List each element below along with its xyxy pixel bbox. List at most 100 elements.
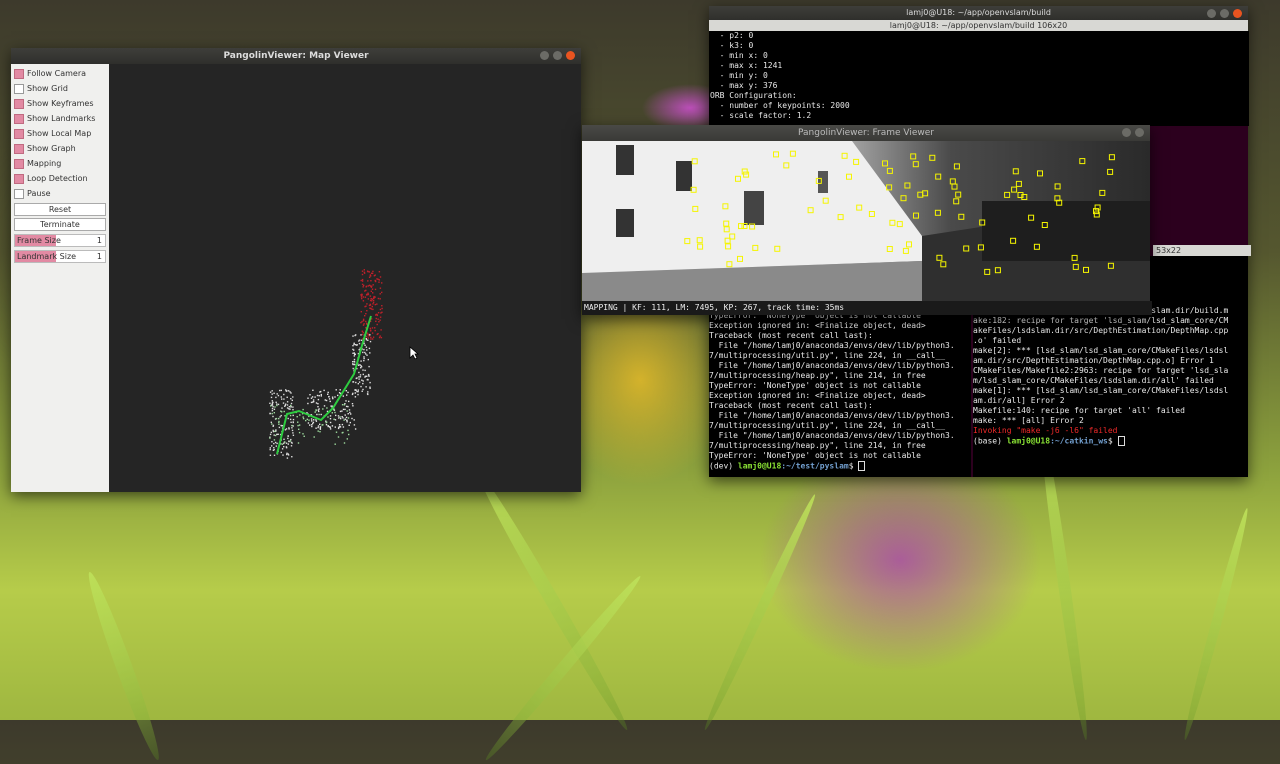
shell-prompt[interactable]: (dev) lamj0@U18:~/test/pyslam$ [709, 461, 971, 472]
landmark-point [354, 344, 357, 346]
landmark-size-slider[interactable]: Landmark Size 1 [14, 250, 106, 263]
landmark-point [381, 282, 383, 284]
landmark-point [348, 433, 350, 436]
checkbox-row[interactable]: Show Local Map [11, 126, 109, 141]
landmark-point [327, 393, 329, 395]
minimize-icon[interactable] [540, 51, 549, 60]
terminal-line: make[2]: *** [lsd_slam/lsd_slam_core/CMa… [973, 346, 1229, 355]
minimize-icon[interactable] [1207, 9, 1216, 18]
checkbox-label: Show Local Map [27, 129, 92, 138]
landmark-point [290, 421, 292, 423]
frame-viewer-window[interactable]: PangolinViewer: Frame Viewer MAPPING | K… [582, 125, 1152, 315]
map-3d-canvas[interactable] [109, 64, 581, 492]
checkbox-icon[interactable] [14, 173, 24, 184]
map-viewer-window[interactable]: PangolinViewer: Map Viewer Follow Camera… [11, 48, 581, 492]
reset-button[interactable]: Reset [14, 203, 106, 216]
landmark-point [379, 276, 382, 278]
landmark-point [342, 395, 344, 397]
landmark-point [341, 410, 343, 412]
keypoint-marker [913, 212, 919, 219]
shell-prompt[interactable]: (base) lamj0@U18:~/catkin_ws$ [973, 436, 1248, 447]
landmark-point [271, 393, 273, 395]
landmark-point [310, 418, 313, 420]
checkbox-icon[interactable] [14, 68, 24, 79]
landmark-point [290, 402, 293, 405]
maximize-icon[interactable] [1220, 9, 1229, 18]
checkbox-row[interactable]: Pause [11, 186, 109, 201]
landmark-point [361, 320, 363, 323]
checkbox-icon[interactable] [14, 83, 24, 94]
landmark-point [371, 332, 374, 334]
keypoint-marker [1011, 186, 1018, 193]
landmark-point [379, 308, 382, 311]
close-icon[interactable] [1233, 9, 1242, 18]
landmark-point [351, 403, 354, 405]
landmark-point [285, 389, 287, 391]
checkbox-row[interactable]: Follow Camera [11, 66, 109, 81]
landmark-point [364, 290, 366, 292]
landmark-point [347, 405, 349, 408]
keypoint-marker [935, 173, 942, 180]
landmark-point [276, 442, 278, 445]
landmark-point [353, 355, 355, 357]
checkbox-icon[interactable] [14, 158, 24, 169]
frame-viewer-titlebar[interactable]: PangolinViewer: Frame Viewer [582, 125, 1150, 141]
landmark-point [361, 280, 364, 282]
landmark-point [278, 417, 280, 420]
landmark-point [280, 410, 282, 412]
landmark-point [313, 436, 315, 438]
landmark-point [369, 352, 371, 354]
keypoint-marker [955, 191, 962, 198]
frame-size-value: 1 [96, 236, 102, 245]
checkbox-row[interactable]: Loop Detection [11, 171, 109, 186]
close-icon[interactable] [566, 51, 575, 60]
landmark-point [371, 327, 374, 329]
landmark-point [286, 452, 288, 454]
landmark-point [343, 419, 345, 421]
checkbox-row[interactable]: Show Graph [11, 141, 109, 156]
landmark-point [290, 445, 293, 447]
terminal-line: .o' failed [973, 336, 1022, 345]
keypoint-marker [951, 183, 958, 190]
landmark-point [339, 416, 341, 418]
terminal-line: - k3: 0 [710, 41, 754, 50]
prompt-path: :~/test/pyslam [781, 461, 849, 471]
checkbox-icon[interactable] [14, 188, 24, 199]
terminal-pane-left[interactable]: TypeError: 'NoneType' object is not call… [709, 311, 971, 477]
minimize-icon[interactable] [1122, 128, 1131, 137]
landmark-point [275, 401, 277, 403]
landmark-point [348, 424, 350, 426]
checkbox-icon[interactable] [14, 98, 24, 109]
landmark-point [276, 393, 278, 395]
landmark-point [273, 434, 275, 436]
frame-size-slider[interactable]: Frame Size 1 [14, 234, 106, 247]
landmark-point [289, 418, 292, 421]
checkbox-row[interactable]: Show Keyframes [11, 96, 109, 111]
checkbox-row[interactable]: Mapping [11, 156, 109, 171]
checkbox-icon[interactable] [14, 113, 24, 124]
landmark-point [350, 413, 352, 415]
terminal-line: 7/multiprocessing/heap.py", line 214, in… [709, 371, 926, 380]
landmark-point [314, 411, 316, 413]
landmark-point [269, 412, 271, 415]
maximize-icon[interactable] [553, 51, 562, 60]
keypoint-marker [934, 209, 941, 216]
landmark-point [287, 435, 289, 437]
landmark-point [368, 347, 371, 350]
landmark-point [292, 414, 294, 417]
map-viewer-titlebar[interactable]: PangolinViewer: Map Viewer [11, 48, 581, 64]
landmark-point [359, 364, 361, 366]
checkbox-icon[interactable] [14, 128, 24, 139]
keypoint-marker [1004, 191, 1011, 198]
landmark-point [290, 406, 292, 408]
landmark-point [272, 430, 275, 433]
terminal-output-top[interactable]: - p2: 0 - k3: 0 - min x: 0 - max x: 1241… [709, 31, 1249, 126]
checkbox-row[interactable]: Show Landmarks [11, 111, 109, 126]
close-icon[interactable] [1135, 128, 1144, 137]
landmark-point [289, 414, 292, 417]
terminal-titlebar[interactable]: lamj0@U18: ~/app/openvslam/build [709, 6, 1248, 20]
landmark-point [342, 426, 345, 428]
terminate-button[interactable]: Terminate [14, 218, 106, 231]
checkbox-icon[interactable] [14, 143, 24, 154]
checkbox-row[interactable]: Show Grid [11, 81, 109, 96]
